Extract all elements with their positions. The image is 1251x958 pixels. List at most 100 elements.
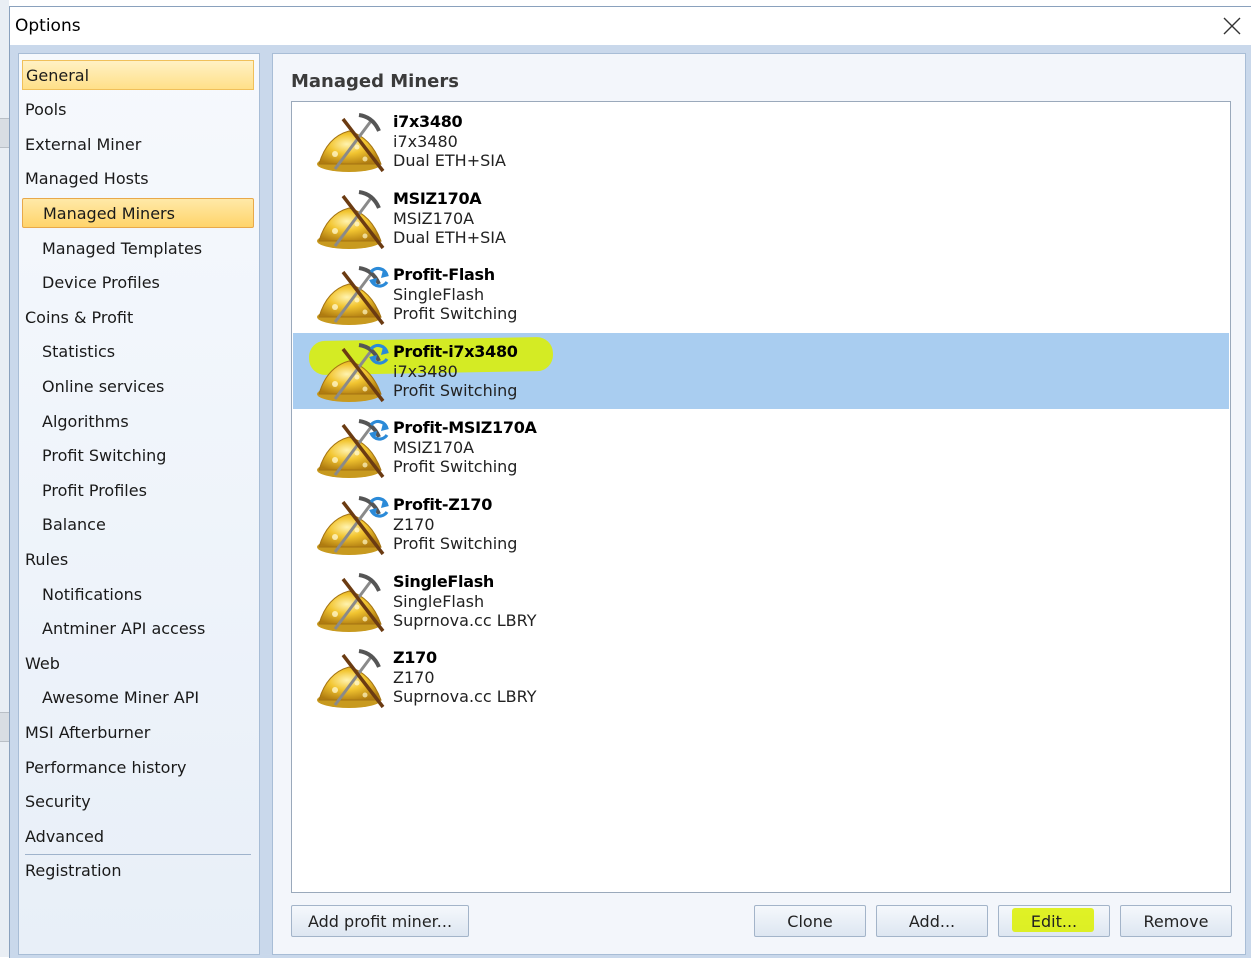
sidebar-item-label: External Miner — [25, 134, 142, 154]
list-item[interactable]: i7x3480 i7x3480 Dual ETH+SIA — [293, 103, 1229, 179]
miner-name: MSIZ170A — [393, 188, 482, 208]
add-profit-miner-button[interactable]: Add profit miner... — [291, 905, 469, 937]
sidebar-item-label: Pools — [25, 100, 67, 120]
managed-miners-list[interactable]: i7x3480 i7x3480 Dual ETH+SIA MSIZ170A MSIZ1… — [291, 101, 1231, 893]
sidebar-item-web[interactable]: Web — [22, 648, 254, 678]
sidebar-item-label: Online services — [42, 376, 165, 396]
list-item[interactable]: MSIZ170A MSIZ170A Dual ETH+SIA — [293, 180, 1229, 256]
sidebar-item-label: MSI Afterburner — [25, 722, 151, 742]
miner-host: MSIZ170A — [393, 208, 475, 228]
sidebar-item-label: Security — [25, 792, 91, 812]
miner-name: Profit-i7x3480 — [393, 341, 518, 361]
miner-gold-icon — [317, 649, 385, 709]
miner-name: Profit-MSIZ170A — [393, 418, 537, 438]
sidebar-item-label: Balance — [42, 515, 106, 535]
miner-gold-icon — [317, 189, 385, 249]
sidebar-item-statistics[interactable]: Statistics — [22, 337, 254, 367]
sidebar-item-antminer-api-access[interactable]: Antminer API access — [22, 614, 254, 644]
sidebar-item-msi-afterburner[interactable]: MSI Afterburner — [22, 717, 254, 747]
miner-config: Dual ETH+SIA — [393, 151, 506, 170]
miner-config: Profit Switching — [393, 457, 518, 477]
sidebar-item-pools[interactable]: Pools — [22, 95, 254, 125]
list-item[interactable]: Profit-Z170 Z170 Profit Switching — [293, 486, 1229, 562]
add-button[interactable]: Add... — [876, 905, 988, 937]
sidebar-item-advanced[interactable]: Advanced — [22, 821, 254, 851]
sidebar-item-label: Coins & Profit — [25, 307, 134, 327]
sidebar-item-label: Registration — [25, 861, 122, 881]
window-title: Options — [15, 16, 81, 36]
miner-config: Suprnova.cc LBRY — [393, 610, 537, 630]
miner-host: MSIZ170A — [393, 438, 475, 458]
sidebar-item-security[interactable]: Security — [22, 787, 254, 817]
background-fragment — [0, 712, 9, 742]
sidebar-item-profit-profiles[interactable]: Profit Profiles — [22, 475, 254, 505]
sidebar-item-rules[interactable]: Rules — [22, 544, 254, 574]
sidebar-item-label: Statistics — [42, 342, 116, 362]
miner-gold-icon — [317, 496, 389, 556]
list-item[interactable]: Z170 Z170 Suprnova.cc LBRY — [293, 639, 1229, 715]
title-bar: Options — [10, 7, 1251, 45]
miner-host: i7x3480 — [393, 132, 458, 151]
sidebar-item-awesome-miner-api[interactable]: Awesome Miner API — [22, 683, 254, 713]
miner-config: Profit Switching — [393, 380, 518, 400]
sidebar-separator — [25, 853, 251, 855]
miner-name: i7x3480 — [393, 112, 463, 131]
remove-button[interactable]: Remove — [1120, 905, 1232, 937]
sidebar-item-label: Notifications — [42, 584, 143, 604]
sidebar-item-general[interactable]: General — [22, 60, 254, 90]
sidebar-item-balance[interactable]: Balance — [22, 510, 254, 540]
miner-gold-icon — [317, 266, 389, 326]
sidebar-item-managed-hosts[interactable]: Managed Hosts — [22, 164, 254, 194]
sidebar-item-label: Web — [25, 653, 60, 673]
sidebar-item-algorithms[interactable]: Algorithms — [22, 406, 254, 436]
sidebar-item-label: Managed Miners — [43, 203, 175, 223]
sidebar-item-coins-profit[interactable]: Coins & Profit — [22, 302, 254, 332]
sidebar-item-profit-switching[interactable]: Profit Switching — [22, 441, 254, 471]
miner-icon — [313, 109, 389, 175]
miner-config: Dual ETH+SIA — [393, 227, 506, 247]
miner-host: Z170 — [393, 668, 435, 688]
miner-icon — [313, 262, 389, 328]
sidebar-item-device-profiles[interactable]: Device Profiles — [22, 268, 254, 298]
list-item[interactable]: SingleFlash SingleFlash Suprnova.cc LBRY — [293, 563, 1229, 639]
edit-button[interactable]: Edit... — [998, 905, 1110, 937]
sidebar-item-label: Managed Hosts — [25, 169, 149, 189]
sidebar-item-notifications[interactable]: Notifications — [22, 579, 254, 609]
sidebar-item-managed-miners[interactable]: Managed Miners — [22, 198, 254, 229]
miner-gold-icon — [317, 342, 389, 402]
background-fragment — [0, 118, 9, 148]
miner-gold-icon — [317, 419, 389, 479]
page-title: Managed Miners — [291, 71, 459, 92]
miner-name: Profit-Flash — [393, 265, 495, 285]
sidebar-item-external-miner[interactable]: External Miner — [22, 129, 254, 159]
sidebar-item-registration[interactable]: Registration — [22, 856, 254, 886]
background-window-edge — [0, 0, 9, 957]
miner-icon — [313, 415, 389, 481]
clone-button[interactable]: Clone — [754, 905, 866, 937]
miner-host: i7x3480 — [393, 361, 458, 381]
miner-config: Profit Switching — [393, 534, 518, 553]
miner-icon — [313, 492, 389, 558]
miner-host: SingleFlash — [393, 285, 485, 305]
list-item[interactable]: Profit-i7x3480 i7x3480 Profit Switching — [293, 332, 1229, 409]
miner-host: Z170 — [393, 515, 435, 534]
sidebar-item-label: Managed Templates — [42, 238, 203, 258]
list-item[interactable]: Profit-MSIZ170A MSIZ170A Profit Switching — [293, 409, 1229, 485]
sidebar-item-label: Profit Switching — [42, 446, 167, 466]
miner-icon — [313, 569, 389, 635]
sidebar-item-managed-templates[interactable]: Managed Templates — [22, 233, 254, 263]
sidebar-item-label: Device Profiles — [42, 273, 160, 293]
sidebar-item-label: General — [26, 65, 90, 85]
close-button[interactable] — [1212, 7, 1251, 45]
close-icon — [1223, 17, 1241, 35]
sidebar-nav: General Pools External Miner Managed Hosts M… — [18, 53, 260, 955]
miner-name: Z170 — [393, 648, 437, 668]
sidebar-item-label: Advanced — [25, 826, 105, 846]
miner-config: Profit Switching — [393, 304, 518, 324]
list-item[interactable]: Profit-Flash SingleFlash Profit Switching — [293, 256, 1229, 332]
sidebar-item-label: Antminer API access — [42, 619, 206, 639]
sidebar-item-online-services[interactable]: Online services — [22, 371, 254, 401]
miner-host: SingleFlash — [393, 591, 485, 611]
miner-name: SingleFlash — [393, 571, 495, 591]
sidebar-item-performance-history[interactable]: Performance history — [22, 752, 254, 782]
